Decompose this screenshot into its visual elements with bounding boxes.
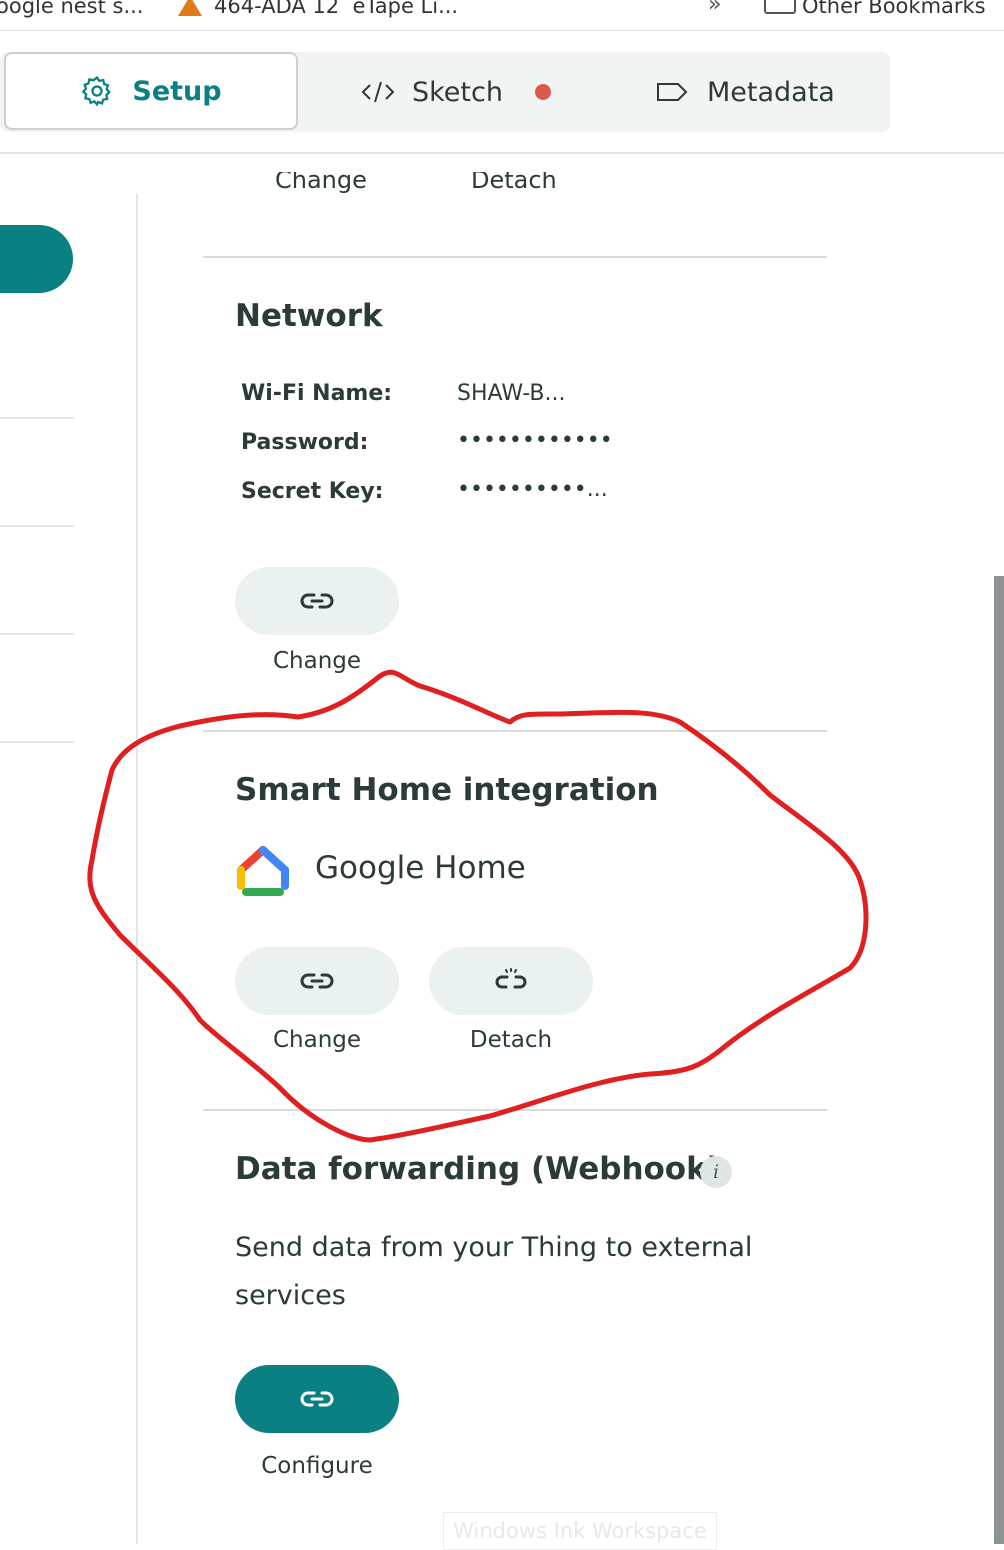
windows-ink-overlay: Windows Ink Workspace xyxy=(443,1512,717,1550)
sidebar-divider xyxy=(0,417,74,419)
network-title: Network xyxy=(235,298,383,334)
link-icon xyxy=(300,593,334,609)
link-icon xyxy=(300,1391,334,1407)
secret-key-label: Secret Key: xyxy=(241,479,384,504)
tab-sketch-label: Sketch xyxy=(412,76,503,108)
tab-metadata-label: Metadata xyxy=(707,76,835,108)
sidebar-button[interactable] xyxy=(0,225,73,293)
tab-setup-label: Setup xyxy=(132,75,222,107)
section-divider xyxy=(203,730,827,732)
column-divider xyxy=(136,194,138,1544)
smart-home-detach-label: Detach xyxy=(469,1027,553,1053)
configure-button[interactable] xyxy=(235,1365,399,1433)
secret-key-value: ••••••••••... xyxy=(457,477,608,502)
wifi-name-label: Wi-Fi Name: xyxy=(241,381,393,406)
link-icon xyxy=(300,973,334,989)
unlink-icon xyxy=(495,968,527,989)
scrollbar-thumb[interactable] xyxy=(994,576,1004,1544)
top-change-label: Change xyxy=(275,172,367,194)
top-detach-label: Detach xyxy=(471,172,557,194)
webhook-description: Send data from your Thing to external se… xyxy=(235,1232,753,1311)
password-label: Password: xyxy=(241,430,369,455)
bookmark-etape[interactable]: 464-ADA 12 eTape Li... xyxy=(214,0,458,18)
network-change-button[interactable] xyxy=(235,567,399,635)
section-divider xyxy=(203,256,827,258)
tab-metadata[interactable]: Metadata xyxy=(655,52,835,132)
bookmark-favicon-icon xyxy=(178,0,202,16)
code-icon xyxy=(361,81,395,103)
bookmark-other[interactable]: Other Bookmarks xyxy=(802,0,986,18)
smart-home-change-label: Change xyxy=(272,1027,362,1053)
tabs-divider xyxy=(0,152,1004,154)
wifi-name-value: SHAW-B... xyxy=(457,381,566,406)
bookmark-google-nest[interactable]: oogle nest s... xyxy=(0,0,144,18)
sidebar-divider xyxy=(0,741,74,743)
tab-setup[interactable]: Setup xyxy=(4,52,298,130)
smart-home-change-button[interactable] xyxy=(235,947,399,1015)
unsaved-dot-icon xyxy=(534,84,551,100)
password-value: •••••••••••• xyxy=(457,428,613,453)
configure-label: Configure xyxy=(261,1453,373,1479)
folder-icon xyxy=(764,0,796,14)
network-change-label: Change xyxy=(272,648,362,674)
section-divider xyxy=(203,1109,827,1111)
smart-home-title: Smart Home integration xyxy=(235,772,659,808)
info-icon[interactable]: i xyxy=(700,1156,732,1188)
smart-home-detach-button[interactable] xyxy=(429,947,593,1015)
tab-sketch[interactable]: Sketch xyxy=(360,52,551,132)
google-home-label: Google Home xyxy=(315,850,526,886)
tag-icon xyxy=(657,83,688,101)
chevron-more-icon[interactable]: » xyxy=(708,0,721,17)
gear-icon xyxy=(82,75,112,107)
google-home-icon xyxy=(237,846,289,896)
webhook-title: Data forwarding (Webhook) xyxy=(235,1151,721,1187)
bookmarks-bar: oogle nest s... 464-ADA 12 eTape Li... »… xyxy=(0,0,1004,30)
sidebar-divider xyxy=(0,633,74,635)
tab-bar: Setup Sketch Metadata xyxy=(0,52,890,132)
sidebar-divider xyxy=(0,525,74,527)
bookmarks-divider xyxy=(0,30,1004,31)
